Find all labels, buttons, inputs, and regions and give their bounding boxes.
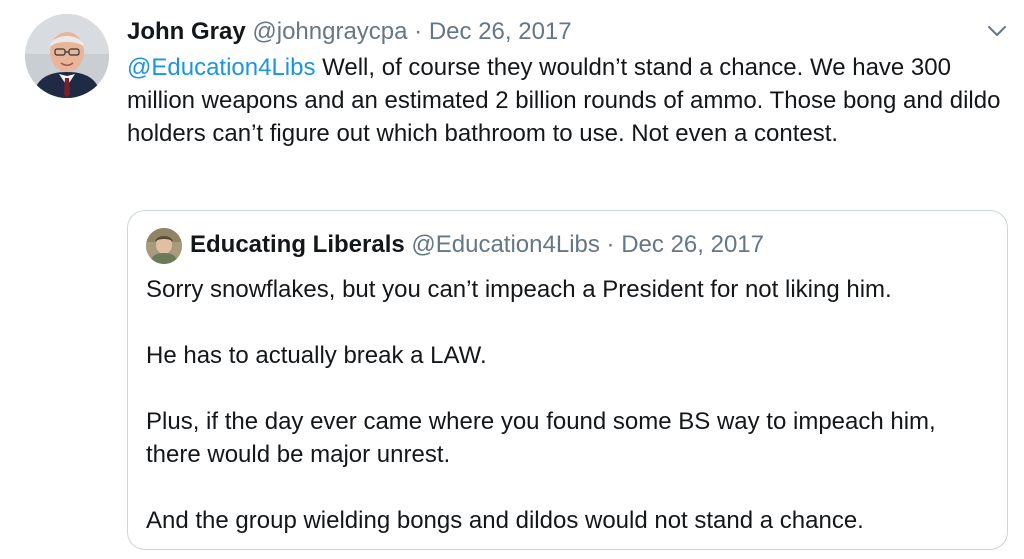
separator-dot: ·	[414, 18, 423, 45]
quoted-avatar[interactable]	[146, 228, 182, 264]
tweet-date[interactable]: Dec 26, 2017	[429, 18, 572, 45]
tweet[interactable]: John Gray @johngraycpa · Dec 26, 2017 @E…	[0, 0, 1024, 559]
mention-link[interactable]: @Education4Libs	[127, 54, 315, 81]
separator-dot: ·	[606, 231, 615, 258]
quoted-header: Educating Liberals @Education4Libs · Dec…	[190, 229, 764, 261]
author-handle[interactable]: @johngraycpa	[252, 18, 407, 45]
avatar[interactable]	[25, 14, 109, 98]
chevron-down-icon[interactable]	[985, 22, 1009, 40]
tweet-header: John Gray @johngraycpa · Dec 26, 2017	[127, 17, 572, 47]
quoted-paragraph: And the group wielding bongs and dildos …	[146, 507, 864, 534]
quoted-paragraph: Sorry snowflakes, but you can’t impeach …	[146, 276, 892, 303]
quoted-tweet[interactable]: Educating Liberals @Education4Libs · Dec…	[127, 210, 1008, 550]
quoted-date[interactable]: Dec 26, 2017	[621, 231, 764, 258]
quoted-author-name[interactable]: Educating Liberals	[190, 231, 405, 258]
author-name[interactable]: John Gray	[127, 18, 246, 45]
quoted-paragraph: He has to actually break a LAW.	[146, 342, 487, 369]
quoted-paragraph: Plus, if the day ever came where you fou…	[146, 408, 936, 468]
tweet-text: @Education4Libs Well, of course they wou…	[127, 51, 1017, 150]
quoted-author-handle[interactable]: @Education4Libs	[411, 231, 599, 258]
